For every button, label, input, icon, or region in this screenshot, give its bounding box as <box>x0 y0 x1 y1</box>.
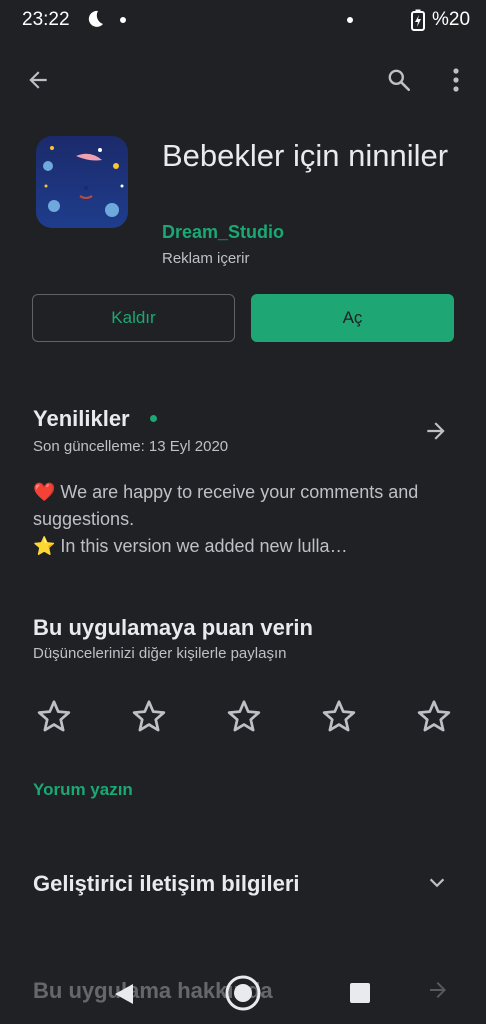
whats-new-expand-button[interactable] <box>418 413 454 449</box>
star-4-icon[interactable] <box>321 698 357 734</box>
search-button[interactable] <box>381 62 417 98</box>
system-nav-bar <box>0 960 486 1024</box>
developer-contact-expand-button[interactable] <box>420 866 454 900</box>
developer-link[interactable]: Dream_Studio <box>162 222 284 243</box>
notification-dot <box>120 17 126 23</box>
contains-ads-label: Reklam içerir <box>162 250 250 267</box>
home-circle-icon <box>225 975 261 1011</box>
moon-icon <box>88 10 103 27</box>
star-1-icon[interactable] <box>36 698 72 734</box>
whats-new-title: Yenilikler <box>33 406 130 431</box>
whats-new-line-2: ⭐ In this version we added new lulla… <box>33 536 348 556</box>
uninstall-button[interactable]: Kaldır <box>32 294 235 342</box>
nav-recents-button[interactable] <box>343 976 377 1010</box>
new-indicator-dot <box>150 415 157 422</box>
star-2-icon[interactable] <box>131 698 167 734</box>
back-button[interactable] <box>20 62 56 98</box>
battery-charging-icon <box>411 9 425 31</box>
star-rating[interactable] <box>0 698 486 738</box>
rate-title: Bu uygulamaya puan verin <box>33 615 313 640</box>
star-3-icon[interactable] <box>226 698 262 734</box>
status-time: 23:22 <box>22 9 70 30</box>
last-update-label: Son güncelleme: 13 Eyl 2020 <box>33 438 229 455</box>
triangle-back-icon <box>115 984 133 1004</box>
search-icon <box>388 69 411 92</box>
write-review-link[interactable]: Yorum yazın <box>33 780 133 800</box>
nav-home-button[interactable] <box>222 972 264 1014</box>
square-recents-icon <box>350 983 370 1003</box>
nav-back-button[interactable] <box>106 976 142 1012</box>
app-title: Bebekler için ninniler <box>162 138 449 173</box>
star-5-icon[interactable] <box>416 698 452 734</box>
more-vert-icon <box>453 68 459 92</box>
rate-subtitle: Düşüncelerinizi diğer kişilerle paylaşın <box>33 645 287 662</box>
arrow-left-icon <box>29 71 47 89</box>
more-options-button[interactable] <box>438 62 474 98</box>
notification-dot <box>347 17 353 23</box>
developer-contact-title: Geliştirici iletişim bilgileri <box>33 871 300 896</box>
whats-new-line-1: ❤️ We are happy to receive your comments… <box>33 482 419 529</box>
chevron-down-icon <box>429 878 445 888</box>
arrow-right-icon <box>427 422 445 440</box>
app-icon <box>36 136 128 228</box>
battery-percent: %20 <box>432 9 471 30</box>
open-button[interactable]: Aç <box>251 294 454 342</box>
